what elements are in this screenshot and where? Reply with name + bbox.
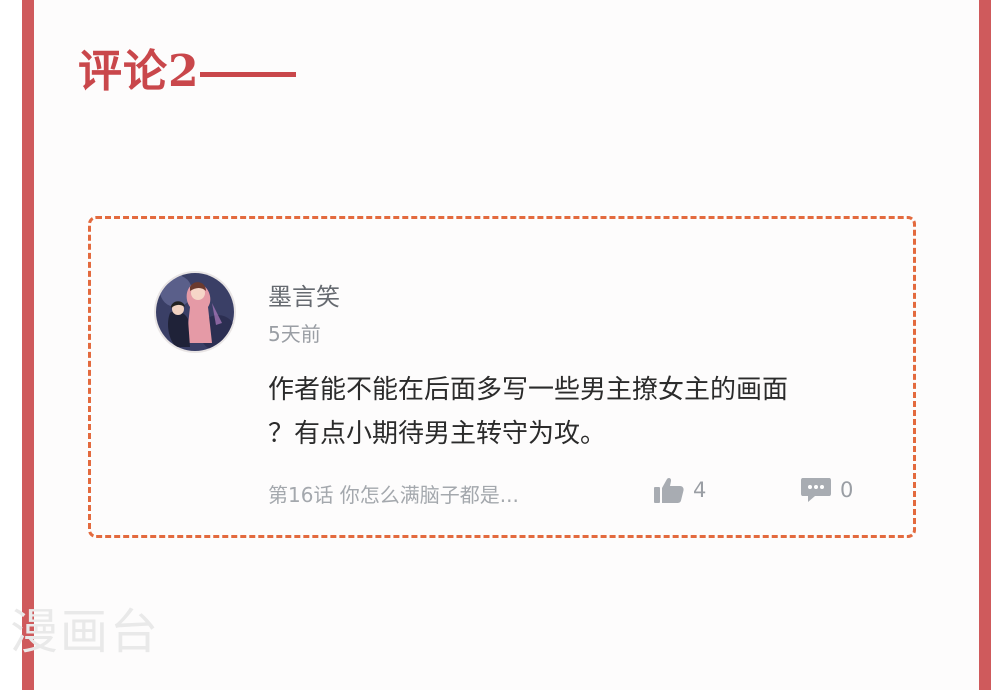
avatar-image	[156, 273, 234, 351]
comment-text-line-1: 作者能不能在后面多写一些男主撩女主的画面	[268, 375, 789, 405]
like-count: 4	[693, 478, 707, 502]
comment-text: 作者能不能在后面多写一些男主撩女主的画面 ？有点小期待男主转守为攻。	[268, 368, 888, 456]
avatar[interactable]	[154, 271, 236, 353]
heading-dash	[199, 71, 296, 77]
reply-button[interactable]: 0	[800, 476, 853, 504]
thumbs-up-icon	[654, 477, 684, 503]
watermark: 漫画台	[10, 604, 161, 660]
comment-text-line-2: ？有点小期待男主转守为攻。	[268, 419, 607, 449]
comment-username[interactable]: 墨言笑	[268, 277, 340, 312]
section-title: 评论2	[78, 46, 200, 97]
comment-icon	[801, 478, 831, 502]
like-button[interactable]: 4	[653, 476, 706, 504]
section-heading: 评论2	[78, 50, 296, 94]
reply-count: 0	[840, 478, 854, 502]
comment-time: 5天前	[268, 322, 321, 346]
chapter-link[interactable]: 第16话 你怎么满脑子都是...	[268, 479, 519, 508]
